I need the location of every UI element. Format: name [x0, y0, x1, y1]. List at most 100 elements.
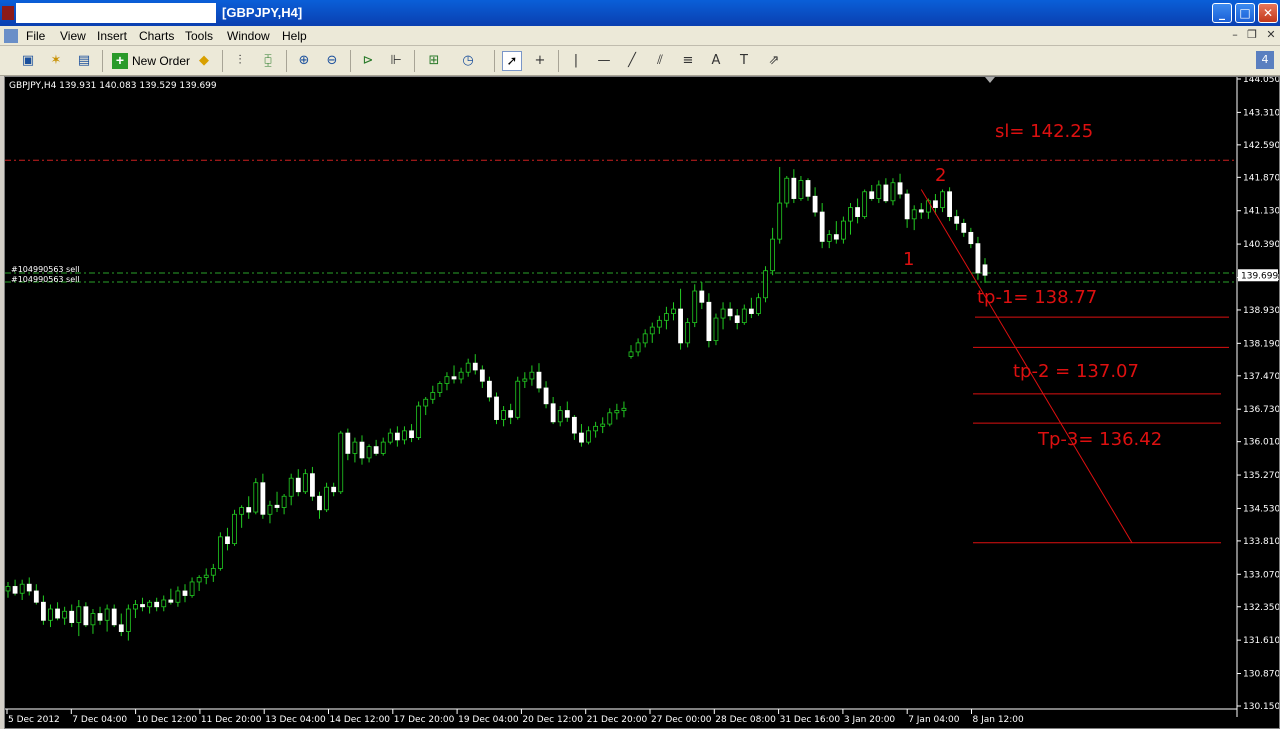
candle-body [359, 441, 365, 459]
candle-body [805, 180, 811, 197]
text-icon[interactable]: A [706, 51, 726, 71]
menu-insert[interactable]: Insert [97, 29, 127, 43]
candle-body [310, 473, 315, 497]
time-tick-label: 21 Dec 20:00 [587, 715, 648, 725]
candle-body [699, 290, 705, 303]
mdi-restore-icon[interactable]: ❐ [1245, 28, 1259, 42]
candle-body [331, 486, 337, 493]
menu-file[interactable]: File [26, 29, 45, 43]
candle-body [366, 446, 372, 459]
candle-body [253, 482, 259, 513]
candle-body [685, 322, 691, 344]
zoom-out-icon[interactable]: ⊖ [322, 51, 342, 71]
market-watch-icon[interactable]: ▤ [74, 51, 94, 71]
candle-body [281, 495, 287, 508]
fibonacci-icon[interactable]: ≡ [678, 51, 698, 71]
cursor-icon[interactable]: ➚ [502, 51, 522, 71]
trendline-icon[interactable]: ╱ [622, 51, 642, 71]
candle-body [515, 380, 521, 418]
candle-body [664, 313, 669, 321]
menu-charts[interactable]: Charts [139, 29, 174, 43]
candle-body [812, 195, 818, 213]
candle-body [423, 398, 429, 407]
periods-icon[interactable]: ◷ [458, 51, 478, 71]
new-chart-icon[interactable]: ▣ [18, 51, 38, 71]
tp1-annotation: tp-1= 138.77 [977, 287, 1097, 308]
time-tick-label: 28 Dec 08:00 [715, 715, 776, 725]
candle-body [833, 234, 839, 240]
time-tick-label: 5 Dec 2012 [8, 715, 60, 725]
maximize-icon[interactable]: □ [1235, 3, 1255, 23]
order-label: #104990563 sell [11, 275, 80, 284]
candlestick-icon[interactable]: ⧮ [258, 51, 278, 71]
candle-body [76, 606, 82, 623]
candle-body [402, 430, 407, 441]
candle-body [586, 430, 591, 443]
time-tick-label: 10 Dec 12:00 [137, 715, 198, 725]
candle-body [883, 184, 889, 202]
candle-body [933, 200, 938, 208]
close-icon[interactable]: ✕ [1258, 3, 1278, 23]
auto-scroll-icon[interactable]: ⊳ [358, 51, 378, 71]
candle-body [741, 308, 747, 323]
price-chart[interactable]: 144.050 143.310 142.590 141.870 141.130 140.3… [5, 77, 1279, 728]
chart-window[interactable]: 144.050 143.310 142.590 141.870 141.130 140.3… [4, 76, 1280, 729]
candle-body [217, 536, 223, 569]
equidistant-channel-icon[interactable]: ⫽ [650, 51, 670, 71]
profiles-icon[interactable]: ✶ [46, 51, 66, 71]
candle-body [161, 599, 167, 608]
text-label-icon[interactable]: T [734, 51, 754, 71]
candle-body [232, 513, 237, 545]
candle-body [373, 446, 379, 454]
expert-advisors-icon[interactable]: ◆ [194, 51, 214, 71]
vertical-line-icon[interactable]: | [566, 51, 586, 71]
candle-body [380, 441, 386, 454]
menu-window[interactable]: Window [227, 29, 270, 43]
bar-chart-icon[interactable]: ⫶ [230, 51, 250, 71]
zoom-in-icon[interactable]: ⊕ [294, 51, 314, 71]
price-tick-label: 138.930 [1243, 306, 1279, 316]
chart-shift-icon[interactable]: ⊩ [386, 51, 406, 71]
price-tick-label: 143.310 [1243, 108, 1279, 118]
candle-body [394, 432, 400, 441]
candle-body [571, 416, 577, 434]
candle-body [487, 380, 492, 398]
candle-body [841, 220, 846, 240]
indicators-icon[interactable]: ⊞ [424, 51, 444, 71]
candle-body [472, 362, 478, 371]
menu-tools[interactable]: Tools [185, 29, 213, 43]
arrows-icon[interactable]: ⇗ [764, 51, 784, 71]
time-tick-label: 11 Dec 20:00 [201, 715, 262, 725]
candle-body [862, 191, 868, 217]
candle-body [225, 536, 230, 545]
candle-body [940, 191, 945, 208]
candle-body [890, 182, 896, 202]
candle-body [111, 608, 117, 626]
horizontal-line-icon[interactable]: — [594, 51, 614, 71]
minimize-icon[interactable]: _ [1212, 3, 1232, 23]
menu-help[interactable]: Help [282, 29, 307, 43]
menu-view[interactable]: View [60, 29, 86, 43]
candle-body [465, 362, 471, 373]
candle-body [147, 601, 152, 608]
candle-body [791, 177, 797, 199]
candle-body [911, 209, 917, 220]
candle-body [763, 270, 768, 299]
mdi-close-icon[interactable]: ✕ [1264, 28, 1278, 42]
price-tick-label: 142.590 [1243, 141, 1279, 151]
new-order-label: New Order [132, 54, 191, 68]
tp3-annotation: Tp-3= 136.42 [1037, 429, 1162, 450]
wave-1-label: 1 [903, 249, 914, 270]
time-tick-label: 27 Dec 00:00 [651, 715, 712, 725]
candle-body [982, 264, 988, 276]
candle-body [756, 297, 761, 314]
crosshair-icon[interactable]: + [530, 51, 550, 71]
candle-body [189, 581, 195, 596]
order-label: #104990563 sell [11, 265, 80, 274]
window-title: [GBPJPY,H4] [222, 5, 303, 20]
price-tick-label: 141.130 [1243, 207, 1279, 217]
new-order-button[interactable]: + New Order [110, 50, 194, 72]
candle-body [338, 432, 344, 493]
mdi-minimize-icon[interactable]: – [1228, 28, 1242, 42]
chart-window-icon[interactable] [4, 29, 18, 43]
